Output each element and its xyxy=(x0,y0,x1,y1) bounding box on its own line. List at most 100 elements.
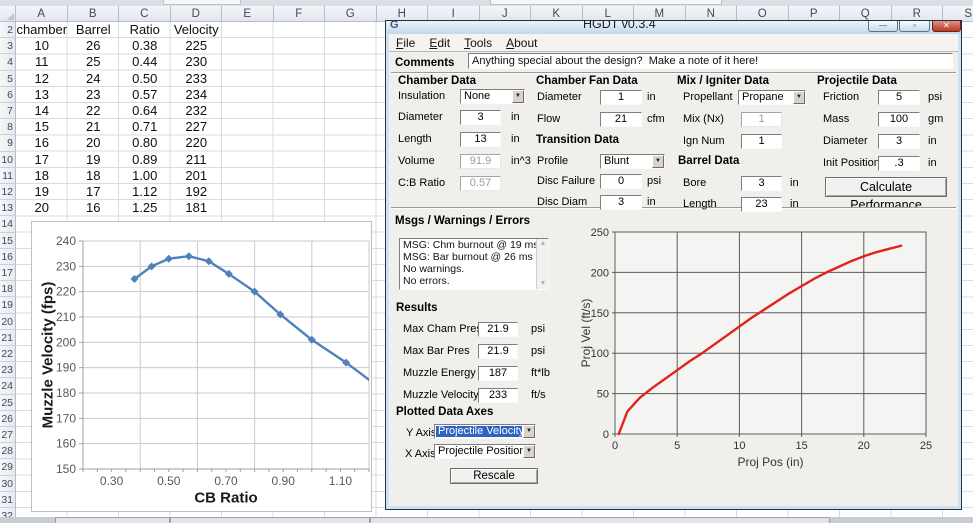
cell[interactable]: 225 xyxy=(171,38,223,54)
row-header-13[interactable]: 13 xyxy=(0,200,16,216)
rescale-button[interactable]: Rescale xyxy=(450,468,538,484)
barrel-bore-input[interactable]: 3 xyxy=(741,176,782,191)
row-header-8[interactable]: 8 xyxy=(0,119,16,135)
mix-ignnum-input[interactable]: 1 xyxy=(741,134,782,149)
row-header-2[interactable]: 2 xyxy=(0,22,16,38)
cell[interactable]: 220 xyxy=(171,135,223,151)
row-header-28[interactable]: 28 xyxy=(0,443,16,459)
row-header-20[interactable]: 20 xyxy=(0,314,16,330)
cell[interactable]: 0.44 xyxy=(119,54,171,70)
cell[interactable]: 12 xyxy=(16,71,68,87)
cell[interactable]: 233 xyxy=(171,71,223,87)
row-header-27[interactable]: 27 xyxy=(0,427,16,443)
cell[interactable]: chamber xyxy=(16,22,68,38)
chamber-diameter-input[interactable]: 3 xyxy=(460,110,501,125)
cell[interactable]: 211 xyxy=(171,152,223,168)
row-header-18[interactable]: 18 xyxy=(0,281,16,297)
row-header-30[interactable]: 30 xyxy=(0,476,16,492)
cell[interactable]: 227 xyxy=(171,119,223,135)
fan-diameter-input[interactable]: 1 xyxy=(600,90,642,105)
sheet-tab[interactable] xyxy=(370,517,830,523)
menu-file[interactable]: File xyxy=(389,34,422,50)
cell[interactable]: 0.89 xyxy=(119,152,171,168)
y-axis-select[interactable]: Projectile Velocity ▼ xyxy=(434,424,536,439)
cell[interactable]: 17 xyxy=(16,152,68,168)
cell[interactable]: 20 xyxy=(68,135,120,151)
chevron-down-icon[interactable]: ▼ xyxy=(793,91,805,104)
column-header-E[interactable]: E xyxy=(222,6,274,22)
sheet-tab[interactable] xyxy=(55,517,170,523)
x-axis-select[interactable]: Projectile Position ▼ xyxy=(434,444,536,459)
chamber-insulation-select[interactable]: None▼ xyxy=(460,89,525,104)
row-header-26[interactable]: 26 xyxy=(0,411,16,427)
row-header-15[interactable]: 15 xyxy=(0,233,16,249)
cell[interactable]: 0.38 xyxy=(119,38,171,54)
menu-tools[interactable]: Tools xyxy=(457,34,499,50)
cell[interactable]: Velocity xyxy=(171,22,223,38)
cell[interactable]: Ratio xyxy=(119,22,171,38)
chevron-down-icon[interactable]: ▼ xyxy=(652,155,664,168)
row-header-6[interactable]: 6 xyxy=(0,87,16,103)
row-header-5[interactable]: 5 xyxy=(0,71,16,87)
cell[interactable]: 15 xyxy=(16,119,68,135)
row-header-29[interactable]: 29 xyxy=(0,459,16,475)
row-header-11[interactable]: 11 xyxy=(0,168,16,184)
sheet-tab[interactable] xyxy=(170,517,370,523)
row-header-9[interactable]: 9 xyxy=(0,135,16,151)
row-header-25[interactable]: 25 xyxy=(0,395,16,411)
row-header-31[interactable]: 31 xyxy=(0,492,16,508)
row-header-12[interactable]: 12 xyxy=(0,184,16,200)
row-header-3[interactable]: 3 xyxy=(0,38,16,54)
menu-edit[interactable]: Edit xyxy=(422,34,457,50)
barrel-length-input[interactable]: 23 xyxy=(741,197,782,212)
projectile-diameter-input[interactable]: 3 xyxy=(878,134,920,149)
cell[interactable]: 22 xyxy=(68,103,120,119)
scroll-up-icon[interactable]: ▲ xyxy=(537,239,549,249)
cell[interactable]: 21 xyxy=(68,119,120,135)
calculate-performance-button[interactable]: Calculate Performance xyxy=(825,177,947,197)
row-header-19[interactable]: 19 xyxy=(0,297,16,313)
cell[interactable]: 232 xyxy=(171,103,223,119)
messages-box[interactable]: MSG: Chm burnout @ 19 msMSG: Bar burnout… xyxy=(399,238,549,290)
column-header-A[interactable]: A xyxy=(16,6,68,22)
row-header-24[interactable]: 24 xyxy=(0,378,16,394)
column-header-F[interactable]: F xyxy=(274,6,326,22)
transition-profile-select[interactable]: Blunt▼ xyxy=(600,154,665,169)
cell[interactable]: 1.12 xyxy=(119,184,171,200)
cell[interactable]: 230 xyxy=(171,54,223,70)
cell[interactable]: Barrel xyxy=(68,22,120,38)
row-header-23[interactable]: 23 xyxy=(0,362,16,378)
excel-chart[interactable]: 1501601701801902002102202302400.300.500.… xyxy=(31,221,372,512)
row-header-16[interactable]: 16 xyxy=(0,249,16,265)
cell[interactable]: 19 xyxy=(16,184,68,200)
cell[interactable]: 234 xyxy=(171,87,223,103)
row-header-21[interactable]: 21 xyxy=(0,330,16,346)
title-bar[interactable]: G HGDT v0.3.4 — ▫ ✕ xyxy=(386,21,961,34)
minimize-button[interactable]: — xyxy=(868,21,898,32)
chamber-length-input[interactable]: 13 xyxy=(460,132,501,147)
row-header-7[interactable]: 7 xyxy=(0,103,16,119)
projectile-initpos-input[interactable]: .3 xyxy=(878,156,920,171)
cell[interactable]: 19 xyxy=(68,152,120,168)
cell[interactable]: 0.80 xyxy=(119,135,171,151)
projectile-mass-input[interactable]: 100 xyxy=(878,112,920,127)
cell[interactable]: 1.25 xyxy=(119,200,171,216)
chevron-down-icon[interactable]: ▼ xyxy=(523,445,535,458)
cell[interactable]: 14 xyxy=(16,103,68,119)
cell[interactable]: 181 xyxy=(171,200,223,216)
cell[interactable]: 10 xyxy=(16,38,68,54)
cell[interactable]: 13 xyxy=(16,87,68,103)
cell[interactable]: 0.50 xyxy=(119,71,171,87)
mix-propellant-select[interactable]: Propane▼ xyxy=(738,90,806,105)
cell[interactable]: 192 xyxy=(171,184,223,200)
cell[interactable]: 0.57 xyxy=(119,87,171,103)
cell[interactable]: 0.71 xyxy=(119,119,171,135)
cell[interactable]: 24 xyxy=(68,71,120,87)
cell[interactable]: 17 xyxy=(68,184,120,200)
close-button[interactable]: ✕ xyxy=(932,21,961,32)
cell[interactable]: 20 xyxy=(16,200,68,216)
cell[interactable]: 18 xyxy=(68,168,120,184)
column-header-D[interactable]: D xyxy=(171,6,223,22)
cell[interactable]: 0.64 xyxy=(119,103,171,119)
row-header-10[interactable]: 10 xyxy=(0,152,16,168)
